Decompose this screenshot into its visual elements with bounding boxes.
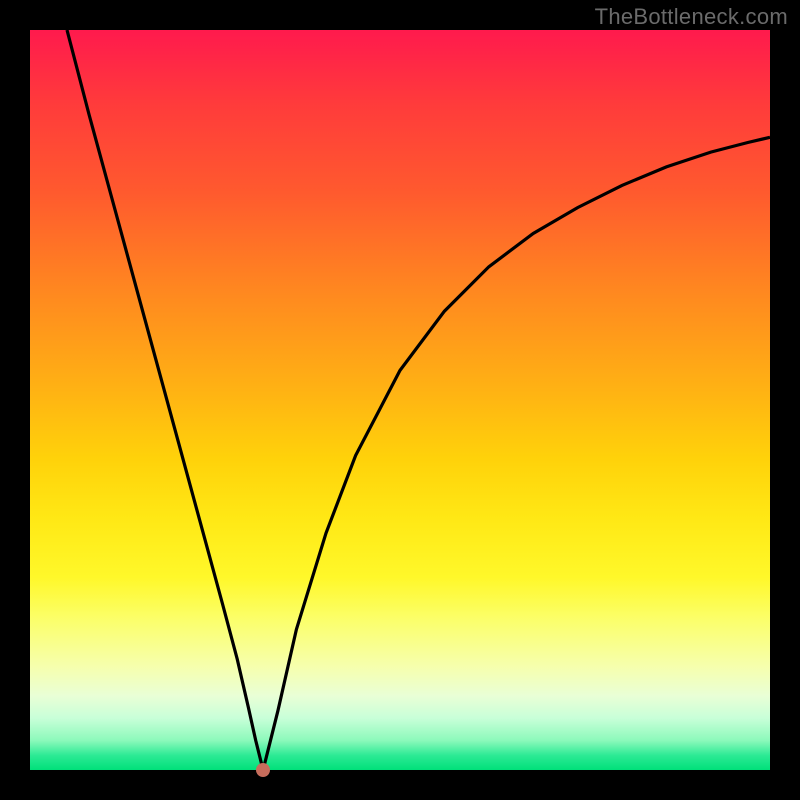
optimal-point-marker [256, 763, 270, 777]
watermark-text: TheBottleneck.com [595, 4, 788, 30]
curve-path [67, 30, 770, 770]
chart-frame: TheBottleneck.com [0, 0, 800, 800]
bottleneck-curve [30, 30, 770, 770]
